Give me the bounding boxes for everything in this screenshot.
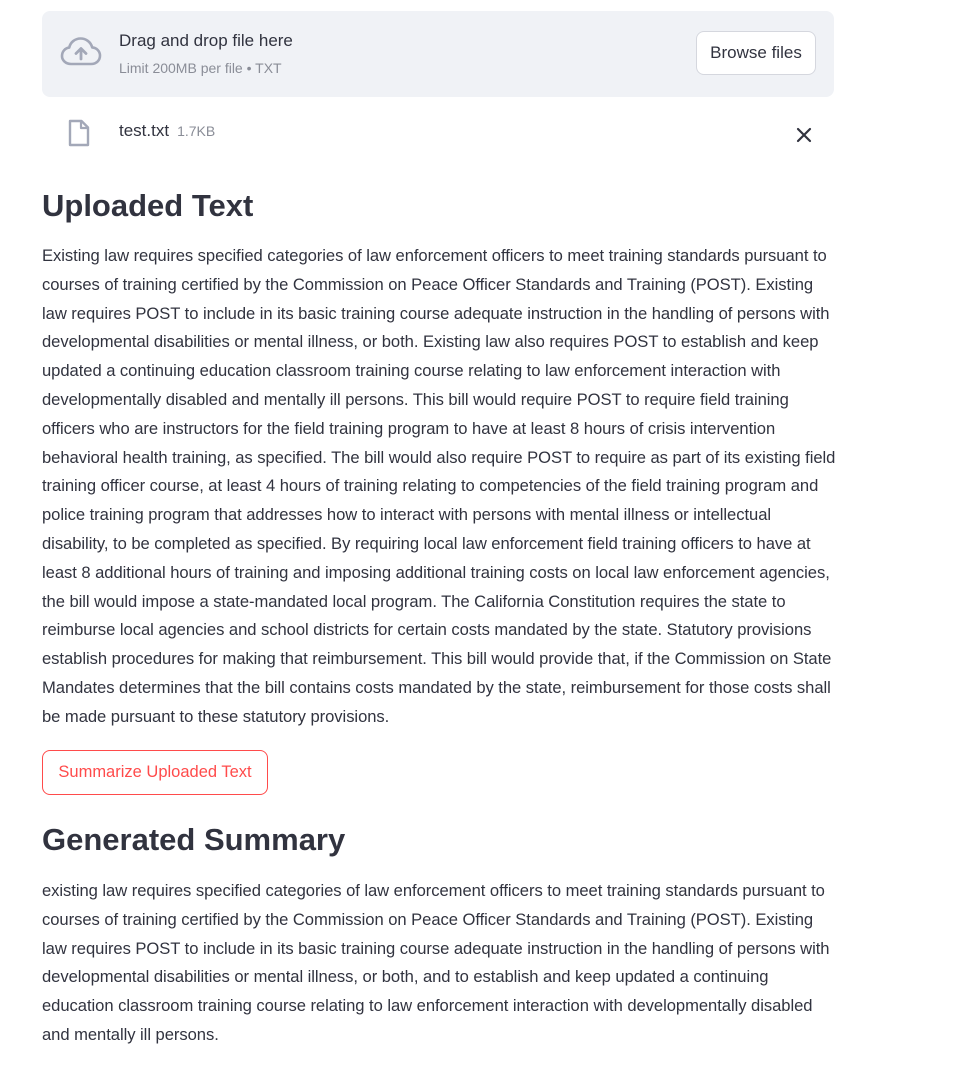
uploader-instructions: Drag and drop file here Limit 200MB per … <box>119 29 293 78</box>
close-icon <box>790 127 818 152</box>
uploaded-text-heading: Uploaded Text <box>42 188 254 223</box>
file-name: test.txt <box>119 121 170 140</box>
file-info: test.txt 1.7KB <box>119 119 215 143</box>
generated-summary-heading: Generated Summary <box>42 822 346 857</box>
summarize-button[interactable]: Summarize Uploaded Text <box>42 750 268 795</box>
file-size: 1.7KB <box>177 123 216 139</box>
cloud-upload-icon <box>60 36 102 68</box>
remove-file-button[interactable] <box>790 121 818 149</box>
file-uploader-dropzone[interactable]: Drag and drop file here Limit 200MB per … <box>42 11 834 97</box>
uploader-title: Drag and drop file here <box>119 31 293 50</box>
browse-files-button[interactable]: Browse files <box>696 31 816 75</box>
uploaded-file-item: test.txt 1.7KB <box>42 110 834 156</box>
app-page: Drag and drop file here Limit 200MB per … <box>0 0 958 1082</box>
generated-summary-body: existing law requires specified categori… <box>42 881 830 1044</box>
uploader-limits: Limit 200MB per file • TXT <box>119 60 282 76</box>
file-icon <box>68 119 90 147</box>
uploaded-text-body: Existing law requires specified categori… <box>42 246 836 726</box>
